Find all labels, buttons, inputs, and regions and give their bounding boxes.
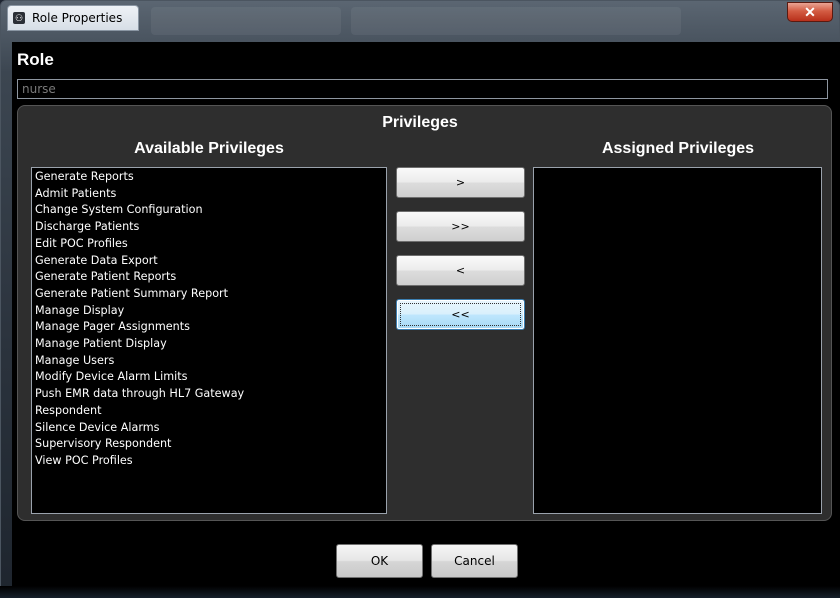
list-item[interactable]: Push EMR data through HL7 Gateway: [32, 386, 386, 403]
title-tab: ⚇ Role Properties: [7, 5, 139, 31]
titlebar-glow: [351, 7, 681, 35]
add-button[interactable]: >: [396, 167, 525, 198]
list-item[interactable]: Generate Patient Reports: [32, 269, 386, 286]
list-item[interactable]: Supervisory Respondent: [32, 436, 386, 453]
window-bottom-edge: [0, 586, 840, 598]
privileges-title: Privileges: [382, 114, 458, 131]
app-icon: ⚇: [13, 12, 25, 24]
list-item[interactable]: Generate Data Export: [32, 253, 386, 270]
list-item[interactable]: Manage Users: [32, 353, 386, 370]
role-label: Role: [17, 50, 54, 69]
list-item[interactable]: Generate Reports: [32, 169, 386, 186]
focus-indicator: [400, 303, 521, 326]
remove-all-button[interactable]: <<: [396, 299, 525, 330]
list-item[interactable]: Edit POC Profiles: [32, 236, 386, 253]
list-item[interactable]: Modify Device Alarm Limits: [32, 369, 386, 386]
close-button[interactable]: ✕: [787, 2, 833, 22]
close-icon: ✕: [804, 4, 816, 20]
list-item[interactable]: Generate Patient Summary Report: [32, 286, 386, 303]
list-item[interactable]: Admit Patients: [32, 186, 386, 203]
title-bar[interactable]: ⚇ Role Properties ✕: [1, 1, 839, 37]
list-item[interactable]: Manage Pager Assignments: [32, 319, 386, 336]
ok-button[interactable]: OK: [336, 544, 423, 578]
list-item[interactable]: Manage Display: [32, 303, 386, 320]
role-name-field[interactable]: nurse: [17, 79, 828, 99]
list-item[interactable]: View POC Profiles: [32, 453, 386, 470]
titlebar-glow: [151, 7, 341, 35]
add-all-button[interactable]: >>: [396, 211, 525, 242]
remove-button[interactable]: <: [396, 255, 525, 286]
cancel-button[interactable]: Cancel: [431, 544, 518, 578]
list-item[interactable]: Manage Patient Display: [32, 336, 386, 353]
available-privileges-list[interactable]: Generate Reports Admit Patients Change Sys…: [31, 167, 387, 514]
window-title: Role Properties: [32, 11, 123, 25]
list-item[interactable]: Respondent: [32, 403, 386, 420]
list-item[interactable]: Change System Configuration: [32, 202, 386, 219]
assigned-privileges-title: Assigned Privileges: [601, 140, 755, 157]
available-privileges-title: Available Privileges: [134, 140, 284, 157]
assigned-privileges-list[interactable]: [533, 167, 822, 514]
list-item[interactable]: Silence Device Alarms: [32, 420, 386, 437]
list-item[interactable]: Discharge Patients: [32, 219, 386, 236]
